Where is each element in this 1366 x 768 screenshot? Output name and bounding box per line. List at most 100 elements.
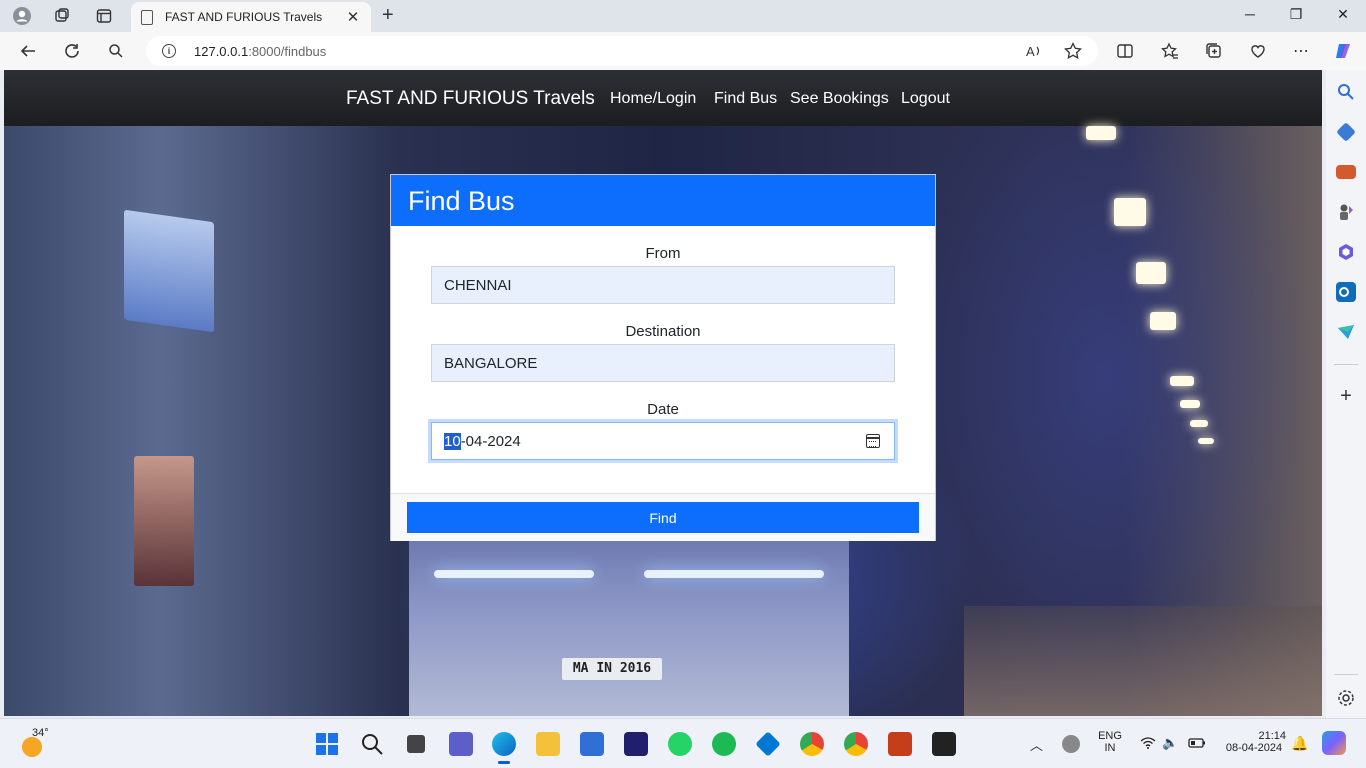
nav-find-bus[interactable]: Find Bus bbox=[714, 90, 777, 108]
from-value: CHENNAI bbox=[444, 276, 512, 294]
sidebar-divider bbox=[1334, 364, 1358, 365]
start-icon[interactable] bbox=[315, 732, 339, 756]
card-footer: Find bbox=[391, 493, 935, 541]
site-navbar: FAST AND FURIOUS Travels Home/Login Find… bbox=[4, 70, 1322, 126]
minimize-icon[interactable]: ─ bbox=[1240, 6, 1260, 22]
destination-label: Destination bbox=[625, 323, 701, 340]
destination-input[interactable]: BANGALORE bbox=[431, 344, 895, 382]
clock[interactable]: 21:14 08-04-2024 bbox=[1218, 730, 1290, 754]
bg-lamp bbox=[1170, 376, 1194, 386]
clock-date: 08-04-2024 bbox=[1225, 742, 1283, 754]
language-indicator[interactable]: ENG IN bbox=[1092, 730, 1128, 754]
file-explorer-icon[interactable] bbox=[536, 732, 560, 756]
weather-widget[interactable]: 34° bbox=[20, 727, 50, 757]
sidebar-search-icon[interactable] bbox=[1336, 82, 1356, 102]
site-brand[interactable]: FAST AND FURIOUS Travels bbox=[346, 88, 595, 110]
browser-sidebar: + bbox=[1326, 70, 1366, 718]
volume-icon[interactable]: 🔈 bbox=[1162, 735, 1178, 751]
date-day-selected: 10 bbox=[444, 432, 461, 450]
lang-top: ENG bbox=[1098, 730, 1122, 742]
card-title: Find Bus bbox=[408, 186, 515, 216]
date-label: Date bbox=[647, 401, 679, 418]
browser-tab-bar: FAST AND FURIOUS Travels ✕ + ─ ❐ ✕ bbox=[0, 0, 1366, 32]
bg-headlight bbox=[434, 570, 594, 578]
bg-lamp bbox=[1198, 438, 1214, 444]
search-icon[interactable] bbox=[104, 39, 128, 63]
sidebar-settings-icon[interactable] bbox=[1336, 688, 1356, 708]
site-info-icon[interactable]: i bbox=[162, 44, 176, 58]
vscode-icon[interactable] bbox=[755, 731, 781, 757]
window-close-icon[interactable]: ✕ bbox=[1333, 6, 1353, 23]
weather-sun-icon bbox=[22, 737, 42, 757]
url-path: :8000/findbus bbox=[248, 43, 327, 59]
calendar-icon[interactable] bbox=[866, 434, 880, 448]
sidebar-add-icon[interactable]: + bbox=[1336, 386, 1356, 406]
svg-text:A: A bbox=[1026, 44, 1035, 59]
edge-icon[interactable] bbox=[492, 732, 516, 764]
page-viewport: FAST AND FURIOUS Travels Home/Login Find… bbox=[4, 70, 1322, 716]
nav-logout[interactable]: Logout bbox=[901, 90, 950, 108]
page-icon bbox=[141, 9, 153, 25]
chrome-profile-icon[interactable] bbox=[844, 732, 868, 756]
back-icon[interactable] bbox=[16, 39, 40, 63]
read-aloud-icon[interactable]: A bbox=[1022, 39, 1046, 63]
favorites-icon[interactable] bbox=[1158, 39, 1182, 63]
taskbar-search-icon[interactable] bbox=[360, 732, 384, 756]
wifi-icon[interactable] bbox=[1140, 737, 1156, 752]
sidebar-drop-icon[interactable] bbox=[1336, 322, 1356, 342]
new-tab-icon[interactable]: + bbox=[382, 4, 394, 27]
close-tab-icon[interactable]: ✕ bbox=[345, 8, 361, 26]
restore-icon[interactable]: ❐ bbox=[1286, 6, 1306, 23]
taskbar: 34° ︿ ENG IN 🔈 21:14 08-04-2024 🔔 bbox=[0, 718, 1366, 768]
task-view-icon[interactable] bbox=[407, 735, 425, 753]
chrome-icon[interactable] bbox=[800, 732, 824, 756]
copilot-preview-icon[interactable] bbox=[1322, 731, 1346, 755]
tab-title: FAST AND FURIOUS Travels bbox=[165, 10, 323, 24]
bg-plate: MA IN 2016 bbox=[562, 658, 662, 680]
sidebar-shopping-icon[interactable] bbox=[1336, 122, 1356, 142]
workspaces-icon[interactable] bbox=[50, 4, 74, 28]
bg-door bbox=[134, 456, 194, 586]
battery-icon[interactable] bbox=[1188, 737, 1206, 752]
browser-toolbar: i 127.0.0.1:8000/findbus A ⋯ bbox=[0, 32, 1366, 70]
url-host: 127.0.0.1 bbox=[194, 43, 249, 59]
split-screen-icon[interactable] bbox=[1113, 39, 1137, 63]
sidebar-outlook-icon[interactable] bbox=[1336, 282, 1356, 302]
notifications-bell-icon[interactable]: 🔔 bbox=[1291, 735, 1308, 752]
browser-essentials-icon[interactable] bbox=[1246, 39, 1270, 63]
whatsapp-icon[interactable] bbox=[668, 732, 692, 756]
bg-lamp bbox=[1114, 198, 1146, 226]
browser-tab[interactable]: FAST AND FURIOUS Travels ✕ bbox=[131, 2, 371, 32]
store-icon[interactable] bbox=[580, 732, 604, 756]
sidebar-games-icon[interactable] bbox=[1336, 202, 1356, 222]
clock-time: 21:14 bbox=[1258, 730, 1286, 742]
profile-icon[interactable] bbox=[10, 4, 34, 28]
card-header: Find Bus bbox=[391, 175, 935, 226]
from-input[interactable]: CHENNAI bbox=[431, 266, 895, 304]
nav-see-bookings[interactable]: See Bookings bbox=[790, 90, 889, 108]
sidebar-m365-icon[interactable] bbox=[1336, 242, 1356, 262]
bg-lamp bbox=[1190, 420, 1208, 427]
bg-lamp bbox=[1136, 262, 1166, 284]
copilot-icon[interactable] bbox=[1331, 39, 1355, 63]
find-button[interactable]: Find bbox=[407, 502, 919, 533]
collections-icon[interactable] bbox=[1202, 39, 1226, 63]
nav-home-login[interactable]: Home/Login bbox=[610, 90, 696, 108]
tab-actions-icon[interactable] bbox=[92, 4, 116, 28]
terminal-icon[interactable] bbox=[932, 732, 956, 756]
sidebar-tools-icon[interactable] bbox=[1336, 165, 1356, 179]
onedrive-icon[interactable] bbox=[1062, 735, 1080, 753]
bg-road bbox=[964, 606, 1322, 716]
refresh-icon[interactable] bbox=[60, 39, 84, 63]
meeting-app-icon[interactable] bbox=[624, 732, 648, 756]
spotify-icon[interactable] bbox=[712, 732, 736, 756]
show-hidden-icons[interactable]: ︿ bbox=[1030, 735, 1043, 754]
date-input[interactable]: 10 -04-2024 bbox=[431, 422, 895, 460]
bg-lamp bbox=[1180, 400, 1200, 408]
teams-icon[interactable] bbox=[449, 732, 473, 756]
powerpoint-icon[interactable] bbox=[888, 732, 912, 756]
lang-bottom: IN bbox=[1104, 742, 1116, 754]
address-bar[interactable]: i 127.0.0.1:8000/findbus bbox=[146, 36, 1098, 66]
favorite-star-icon[interactable] bbox=[1061, 39, 1085, 63]
more-menu-icon[interactable]: ⋯ bbox=[1289, 39, 1313, 63]
